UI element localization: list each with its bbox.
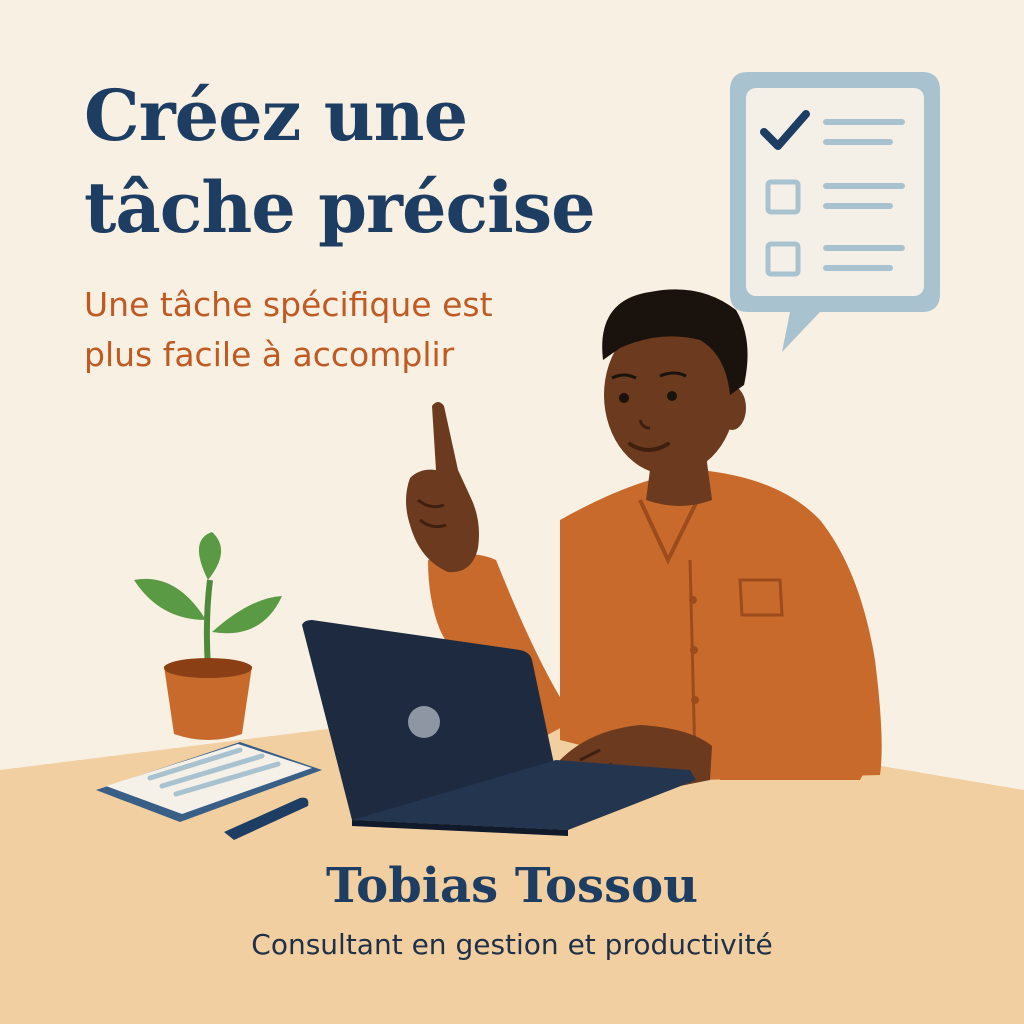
subtitle: Une tâche spécifique est plus facile à a… bbox=[84, 280, 493, 380]
author-role: Consultant en gestion et productivité bbox=[251, 928, 773, 961]
subtitle-line-2: plus facile à accomplir bbox=[84, 335, 455, 374]
subtitle-line-1: Une tâche spécifique est bbox=[84, 285, 493, 324]
page-title: Créez une tâche précise bbox=[84, 70, 596, 254]
author-name: Tobias Tossou bbox=[325, 858, 699, 914]
checklist-speech-bubble-icon bbox=[730, 72, 940, 352]
title-line-1: Créez une bbox=[84, 74, 468, 157]
title-line-2: tâche précise bbox=[84, 166, 596, 249]
